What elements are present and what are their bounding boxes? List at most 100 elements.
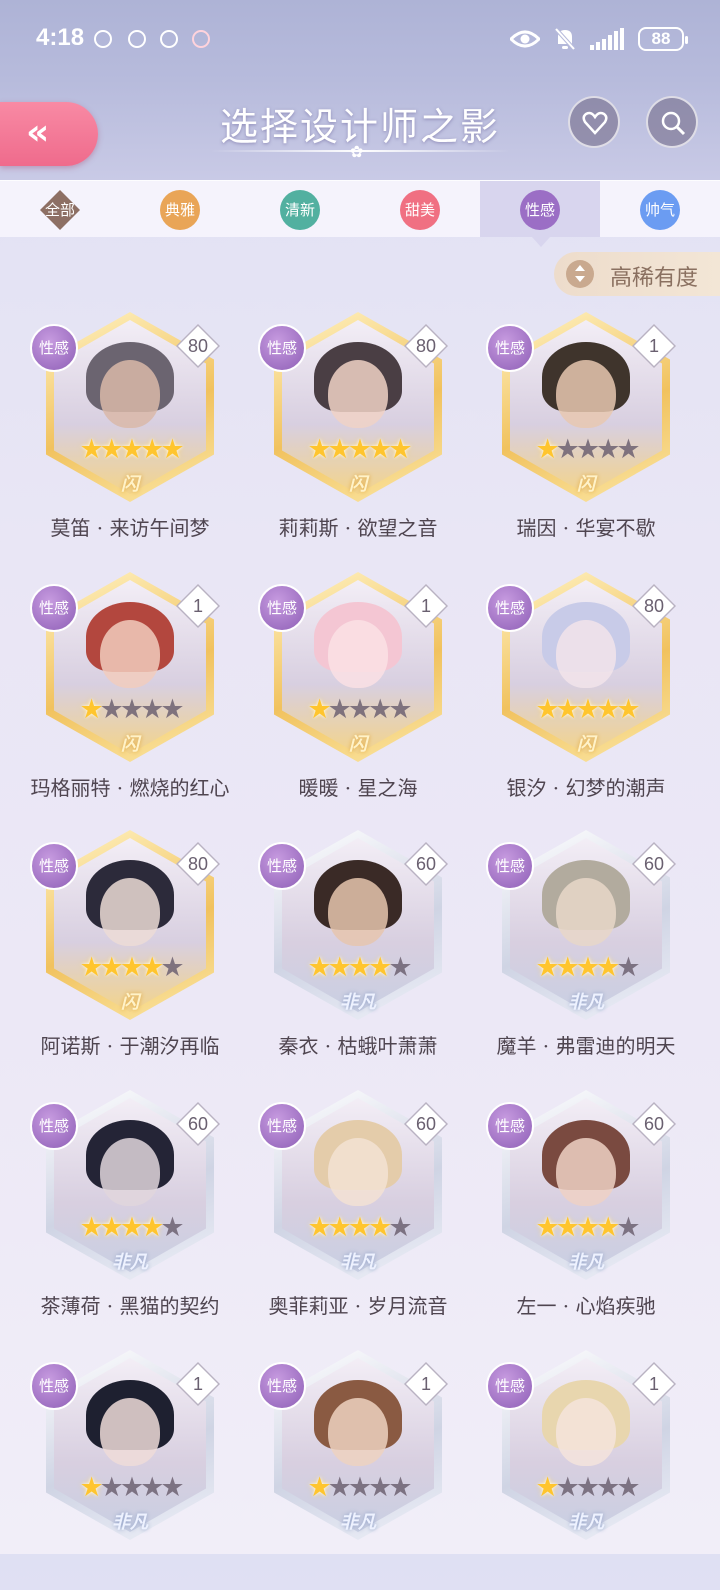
sort-button[interactable]: 高稀有度 — [554, 252, 720, 296]
star-empty-icon: ★ — [99, 1472, 124, 1503]
type-badge: 性感 — [486, 584, 534, 632]
star-rating: ★★★★★ — [258, 434, 458, 465]
card-name: 奥菲莉亚 · 岁月流音 — [268, 1294, 448, 1318]
star-rating: ★★★★★ — [258, 694, 458, 725]
rarity-mark: 闪 — [577, 474, 595, 495]
rarity-mark: 闪 — [121, 474, 139, 495]
portrait-face — [556, 1138, 616, 1206]
star-rating: ★★★★★ — [486, 434, 686, 465]
designer-card[interactable]: 性感 80 ★★★★★ 闪阿诺斯 · 于潮汐再临 — [30, 830, 230, 1070]
star-empty-icon: ★ — [160, 952, 184, 983]
tab-cool[interactable]: 帅气 — [600, 181, 720, 237]
designer-card[interactable]: 性感 80 ★★★★★ 闪莫笛 · 来访午间梦 — [30, 312, 230, 552]
mute-bell-icon — [554, 27, 576, 51]
star-empty-icon: ★ — [388, 694, 412, 725]
card-name: 银汐 · 幻梦的潮声 — [506, 776, 666, 800]
tab-sexy[interactable]: 性感 — [480, 181, 600, 247]
tab-elegant[interactable]: 典雅 — [120, 181, 240, 237]
portrait-face — [100, 1398, 160, 1466]
star-rating: ★★★★★ — [30, 1472, 230, 1503]
portrait-face — [328, 1138, 388, 1206]
star-filled-icon: ★ — [79, 952, 103, 983]
star-filled-icon: ★ — [327, 952, 352, 983]
star-rating: ★★★★★ — [486, 1472, 686, 1503]
eye-icon — [508, 29, 542, 49]
card-name: 玛格丽特 · 燃烧的红心 — [30, 776, 230, 800]
card-name: 阿诺斯 · 于潮汐再临 — [40, 1034, 220, 1058]
designer-card[interactable]: 性感 60 ★★★★★ 非凡 秦衣 · 枯蛾叶萧萧 — [258, 830, 458, 1070]
card-name: 莉莉斯 · 欲望之音 — [278, 516, 438, 540]
star-filled-icon: ★ — [160, 434, 184, 465]
tab-label: 甜美 — [400, 190, 440, 230]
type-badge: 性感 — [258, 842, 306, 890]
star-rating: ★★★★★ — [486, 694, 686, 725]
tab-label: 清新 — [280, 190, 320, 230]
star-filled-icon: ★ — [368, 952, 392, 983]
star-filled-icon: ★ — [535, 1212, 559, 1243]
star-filled-icon: ★ — [119, 434, 144, 465]
type-badge: 性感 — [30, 1362, 78, 1410]
type-badge: 性感 — [258, 1362, 306, 1410]
designer-card[interactable]: 性感 1 ★★★★★ 非凡 — [258, 1350, 458, 1590]
designer-card[interactable]: 性感 1 ★★★★★ 闪瑞因 · 华宴不歇 — [486, 312, 686, 552]
designer-card[interactable]: 性感 1 ★★★★★ 非凡 — [30, 1350, 230, 1590]
tab-fresh[interactable]: 清新 — [240, 181, 360, 237]
star-empty-icon: ★ — [575, 1472, 600, 1503]
search-icon — [661, 111, 686, 136]
battery-indicator: 88 — [638, 27, 688, 51]
tab-label: 性感 — [520, 190, 560, 230]
star-empty-icon: ★ — [368, 1472, 392, 1503]
star-filled-icon: ★ — [575, 952, 600, 983]
status-bar: 4:18 88 — [0, 0, 720, 80]
designer-card[interactable]: 性感 80 ★★★★★ 闪银汐 · 幻梦的潮声 — [486, 572, 686, 812]
star-filled-icon: ★ — [79, 694, 103, 725]
designer-card[interactable]: 性感 1 ★★★★★ 非凡 — [486, 1350, 686, 1590]
favorite-button[interactable] — [568, 96, 620, 148]
star-filled-icon: ★ — [140, 434, 164, 465]
rarity-mark: 闪 — [349, 734, 367, 755]
star-rating: ★★★★★ — [486, 952, 686, 983]
star-filled-icon: ★ — [535, 1472, 559, 1503]
type-badge: 性感 — [258, 584, 306, 632]
tab-all[interactable]: 全部 — [0, 181, 120, 237]
designer-card[interactable]: 性感 60 ★★★★★ 非凡 魔羊 · 弗雷迪的明天 — [486, 830, 686, 1070]
star-empty-icon: ★ — [99, 694, 124, 725]
portrait-face — [100, 878, 160, 946]
star-rating: ★★★★★ — [30, 694, 230, 725]
notification-icon — [160, 30, 178, 48]
star-filled-icon: ★ — [555, 1212, 580, 1243]
star-empty-icon: ★ — [616, 952, 640, 983]
card-name: 秦衣 · 枯蛾叶萧萧 — [278, 1034, 438, 1058]
type-badge: 性感 — [486, 324, 534, 372]
notification-icon — [94, 30, 112, 48]
star-filled-icon: ★ — [555, 952, 580, 983]
designer-card[interactable]: 性感 60 ★★★★★ 非凡 奥菲莉亚 · 岁月流音 — [258, 1090, 458, 1330]
designer-card[interactable]: 性感 80 ★★★★★ 闪莉莉斯 · 欲望之音 — [258, 312, 458, 552]
tab-sweet[interactable]: 甜美 — [360, 181, 480, 237]
flower-icon: ✿ — [350, 142, 364, 161]
designer-card[interactable]: 性感 1 ★★★★★ 闪玛格丽特 · 燃烧的红心 — [30, 572, 230, 812]
portrait-face — [556, 620, 616, 688]
star-empty-icon: ★ — [119, 1472, 144, 1503]
portrait-face — [328, 360, 388, 428]
sort-label: 高稀有度 — [610, 266, 699, 291]
rarity-mark: 非凡 — [340, 1252, 376, 1273]
page-header: « 选择设计师之影 ✿ — [0, 80, 720, 180]
designer-card[interactable]: 性感 60 ★★★★★ 非凡 茶薄荷 · 黑猫的契约 — [30, 1090, 230, 1330]
type-badge: 性感 — [30, 1102, 78, 1150]
star-filled-icon: ★ — [535, 952, 559, 983]
star-filled-icon: ★ — [119, 1212, 144, 1243]
designer-card[interactable]: 性感 60 ★★★★★ 非凡 左一 · 心焰疾驰 — [486, 1090, 686, 1330]
star-empty-icon: ★ — [616, 1212, 640, 1243]
star-filled-icon: ★ — [99, 952, 124, 983]
star-empty-icon: ★ — [555, 434, 580, 465]
star-empty-icon: ★ — [616, 434, 640, 465]
type-badge: 性感 — [258, 324, 306, 372]
star-filled-icon: ★ — [327, 434, 352, 465]
star-filled-icon: ★ — [388, 434, 412, 465]
portrait-face — [328, 620, 388, 688]
card-name: 魔羊 · 弗雷迪的明天 — [496, 1034, 676, 1058]
search-button[interactable] — [646, 96, 698, 148]
star-rating: ★★★★★ — [30, 1212, 230, 1243]
designer-card[interactable]: 性感 1 ★★★★★ 闪暖暖 · 星之海 — [258, 572, 458, 812]
